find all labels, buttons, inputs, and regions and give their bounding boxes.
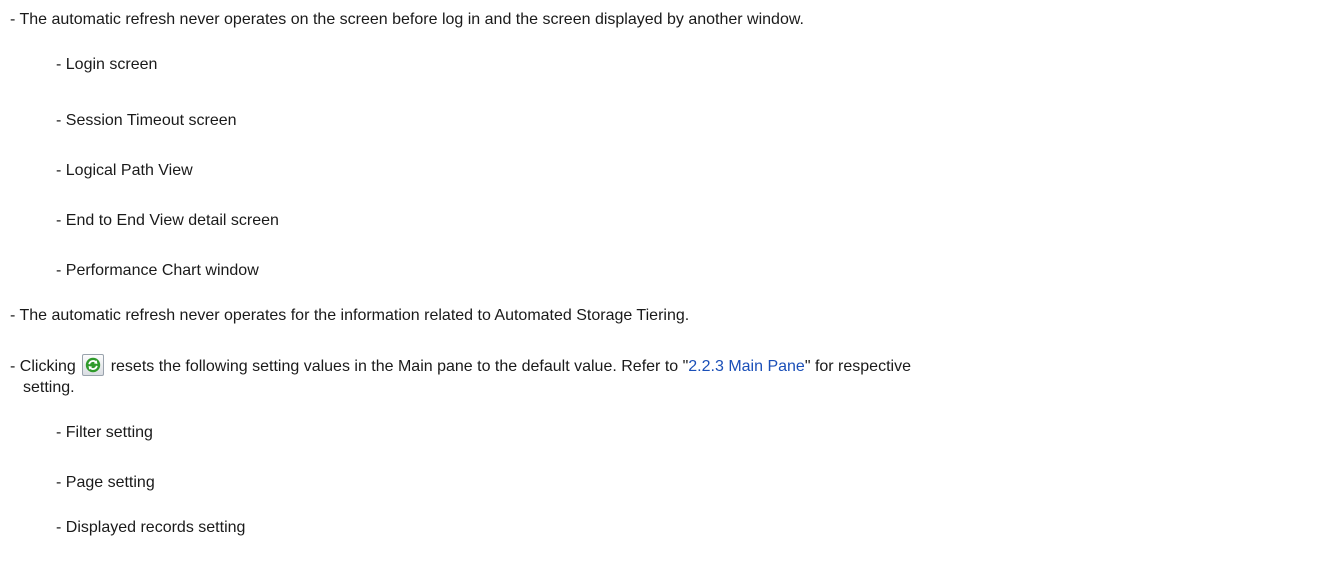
- note-continuation-text: setting.: [23, 379, 75, 396]
- note-continuation: setting.: [23, 377, 75, 399]
- note-item-refresh-screens: - The automatic refresh never operates o…: [10, 9, 804, 31]
- list-item-text: - End to End View detail screen: [56, 212, 279, 229]
- refresh-icon: [82, 354, 105, 376]
- list-item-text: - Filter setting: [56, 424, 153, 441]
- list-item-page-setting: - Page setting: [56, 472, 155, 494]
- list-item-text: - Page setting: [56, 474, 155, 491]
- note-text-after-icon: resets the following setting values in t…: [110, 358, 689, 375]
- main-pane-link[interactable]: 2.2.3 Main Pane: [688, 358, 805, 375]
- note-text-after-link: " for respective: [804, 358, 911, 375]
- list-item-session-timeout: - Session Timeout screen: [56, 110, 237, 132]
- list-item-displayed-records: - Displayed records setting: [56, 517, 245, 539]
- list-item-filter-setting: - Filter setting: [56, 422, 153, 444]
- document-page: - The automatic refresh never operates o…: [0, 0, 1317, 561]
- note-item-clicking-refresh: - Clicking resets the following setting …: [10, 354, 911, 378]
- list-item-end-to-end-view: - End to End View detail screen: [56, 210, 279, 232]
- note-text-before-icon: - Clicking: [10, 358, 76, 375]
- list-item-performance-chart: - Performance Chart window: [56, 260, 259, 282]
- list-item-login-screen: - Login screen: [56, 54, 157, 76]
- note-item-automated-storage-tiering: - The automatic refresh never operates f…: [10, 305, 689, 327]
- note-text: - The automatic refresh never operates f…: [10, 307, 690, 324]
- list-item-logical-path-view: - Logical Path View: [56, 160, 193, 182]
- list-item-text: - Login screen: [56, 56, 158, 73]
- list-item-text: - Session Timeout screen: [56, 112, 237, 129]
- list-item-text: - Logical Path View: [56, 162, 193, 179]
- list-item-text: - Displayed records setting: [56, 519, 246, 536]
- list-item-text: - Performance Chart window: [56, 262, 259, 279]
- note-text: - The automatic refresh never operates o…: [10, 11, 804, 28]
